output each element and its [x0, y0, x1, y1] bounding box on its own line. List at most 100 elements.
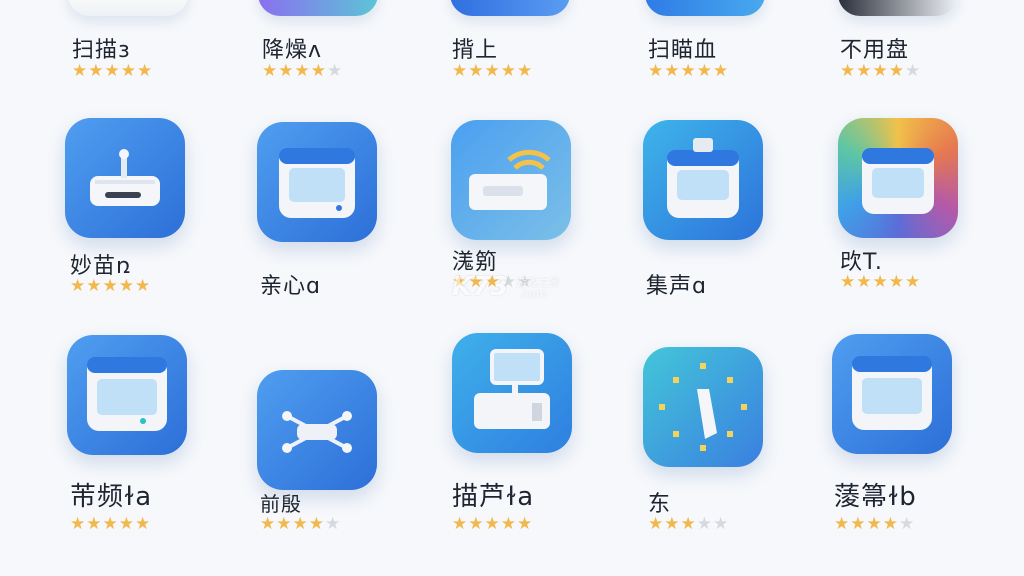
star-icon: ★: [452, 514, 469, 534]
star-icon: ★: [899, 514, 916, 534]
star-icon: ★: [88, 61, 105, 81]
star-rating: ★★★★★: [452, 61, 533, 81]
app-label: 揹上: [452, 38, 499, 63]
star-icon: ★: [840, 61, 857, 81]
wifi-router-icon[interactable]: [451, 120, 571, 240]
app-label: 扫描ɜ: [72, 38, 131, 63]
star-icon: ★: [680, 514, 697, 534]
star-icon: ★: [70, 276, 87, 296]
star-rating: ★★★★★: [70, 276, 151, 296]
app-icon-partial-blue[interactable]: [645, 0, 765, 16]
star-icon: ★: [278, 61, 295, 81]
app-label: 描芦ɫa: [452, 482, 535, 512]
star-icon: ★: [840, 272, 857, 292]
star-icon: ★: [70, 514, 87, 534]
watermark-logo: K73: [452, 272, 509, 302]
star-icon: ★: [294, 61, 311, 81]
star-icon: ★: [713, 514, 730, 534]
star-icon: ★: [648, 514, 665, 534]
drone-icon[interactable]: [257, 370, 377, 490]
monitor-printer-icon[interactable]: [452, 333, 572, 453]
star-icon: ★: [484, 514, 501, 534]
star-icon: ★: [856, 61, 873, 81]
app-label: 扫瞄血: [648, 38, 718, 63]
star-rating: ★★★★★: [834, 514, 915, 534]
star-icon: ★: [102, 514, 119, 534]
star-icon: ★: [834, 514, 851, 534]
scanner-device-icon[interactable]: [838, 118, 958, 238]
star-icon: ★: [872, 61, 889, 81]
star-icon: ★: [872, 272, 889, 292]
app-label: 集声ɑ: [646, 274, 707, 299]
star-icon: ★: [468, 61, 485, 81]
star-icon: ★: [72, 61, 89, 81]
star-icon: ★: [500, 61, 517, 81]
star-icon: ★: [882, 514, 899, 534]
app-icon-partial-white[interactable]: [68, 0, 188, 16]
sparkle-brush-icon[interactable]: [643, 347, 763, 467]
app-label: 降燥ʌ: [262, 38, 323, 63]
star-rating: ★★★★★: [840, 61, 921, 81]
star-icon: ★: [850, 514, 867, 534]
star-rating: ★★★★★: [648, 61, 729, 81]
scanner-device-icon[interactable]: [832, 334, 952, 454]
star-rating: ★★★★★: [260, 514, 341, 534]
app-grid: 扫描ɜ 降燥ʌ 揹上 扫瞄血 不用盘 ★★★★★ ★★★★★ ★★★★★ ★★★…: [0, 0, 1024, 576]
app-label: 亲心ɑ: [260, 274, 321, 299]
star-icon: ★: [468, 514, 485, 534]
star-rating: ★★★★★: [72, 61, 153, 81]
star-icon: ★: [866, 514, 883, 534]
star-icon: ★: [86, 514, 103, 534]
star-icon: ★: [517, 514, 534, 534]
star-icon: ★: [856, 272, 873, 292]
star-icon: ★: [102, 276, 119, 296]
star-icon: ★: [260, 514, 277, 534]
star-icon: ★: [696, 61, 713, 81]
star-icon: ★: [104, 61, 121, 81]
app-icon-partial-purple[interactable]: [258, 0, 378, 16]
star-icon: ★: [118, 514, 135, 534]
star-icon: ★: [276, 514, 293, 534]
app-label: 芾频ɫa: [70, 482, 153, 512]
star-rating: ★★★★★: [452, 514, 533, 534]
star-icon: ★: [517, 61, 534, 81]
star-icon: ★: [135, 276, 152, 296]
star-icon: ★: [262, 61, 279, 81]
star-rating: ★★★★★: [262, 61, 343, 81]
star-icon: ★: [308, 514, 325, 534]
app-icon-partial-dark[interactable]: [838, 0, 958, 16]
app-label: 蔆箒ɫb: [834, 482, 917, 512]
star-icon: ★: [500, 514, 517, 534]
star-icon: ★: [484, 61, 501, 81]
star-rating: ★★★★★: [648, 514, 729, 534]
star-icon: ★: [120, 61, 137, 81]
star-icon: ★: [664, 61, 681, 81]
star-icon: ★: [86, 276, 103, 296]
star-icon: ★: [327, 61, 344, 81]
star-icon: ★: [713, 61, 730, 81]
star-icon: ★: [905, 61, 922, 81]
star-icon: ★: [118, 276, 135, 296]
star-icon: ★: [648, 61, 665, 81]
star-rating: ★★★★★: [840, 272, 921, 292]
site-watermark: K73 游戏之家 .com: [452, 272, 560, 302]
star-icon: ★: [452, 61, 469, 81]
star-icon: ★: [696, 514, 713, 534]
router-icon[interactable]: [65, 118, 185, 238]
app-label: 前殷: [260, 492, 302, 516]
scanner-device-icon[interactable]: [257, 122, 377, 242]
star-icon: ★: [680, 61, 697, 81]
scanner-device-icon[interactable]: [67, 335, 187, 455]
app-label: 不用盘: [840, 38, 910, 63]
star-icon: ★: [888, 61, 905, 81]
star-icon: ★: [325, 514, 342, 534]
scanner-device-icon[interactable]: [643, 120, 763, 240]
star-icon: ★: [310, 61, 327, 81]
star-rating: ★★★★★: [70, 514, 151, 534]
star-icon: ★: [135, 514, 152, 534]
star-icon: ★: [888, 272, 905, 292]
watermark-domain: .com: [518, 287, 548, 301]
star-icon: ★: [664, 514, 681, 534]
star-icon: ★: [905, 272, 922, 292]
app-icon-partial-blue[interactable]: [450, 0, 570, 16]
